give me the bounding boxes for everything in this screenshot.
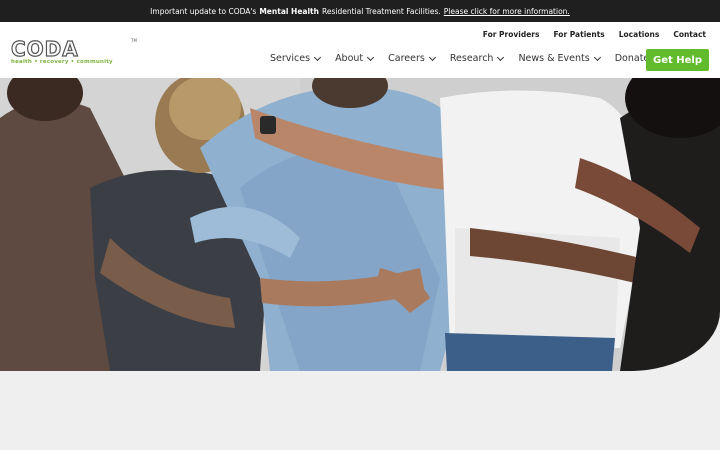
chevron-down-icon <box>367 53 375 61</box>
announcement-bold: Mental Health <box>259 6 319 16</box>
hero-people-illustration <box>0 78 720 371</box>
logo-trademark: TM <box>131 38 137 43</box>
main-nav: Services About Careers Research News & E… <box>270 53 649 64</box>
hero-image <box>0 78 720 371</box>
nav-about-label: About <box>335 53 364 64</box>
nav-news-events[interactable]: News & Events <box>518 53 601 64</box>
site-header: CODA TM health • recovery • community Fo… <box>0 22 720 78</box>
nav-services-label: Services <box>270 53 311 64</box>
nav-research[interactable]: Research <box>449 53 505 64</box>
announcement-suffix: Residential Treatment Facilities. <box>321 6 441 16</box>
chevron-down-icon <box>314 53 322 61</box>
nav-careers[interactable]: Careers <box>388 53 436 64</box>
utility-link-locations[interactable]: Locations <box>619 30 660 39</box>
nav-careers-label: Careers <box>388 53 425 64</box>
logo-tagline: health • recovery • community <box>11 59 113 65</box>
coda-logo[interactable]: CODA TM health • recovery • community <box>10 37 137 65</box>
chevron-down-icon <box>428 53 436 61</box>
nav-about[interactable]: About <box>335 53 375 64</box>
nav-news-label: News & Events <box>518 53 590 64</box>
nav-research-label: Research <box>449 53 494 64</box>
announcement-link[interactable]: Please click for more information. <box>444 7 570 16</box>
nav-services[interactable]: Services <box>270 53 322 64</box>
utility-link-providers[interactable]: For Providers <box>483 30 540 39</box>
content-area <box>0 371 720 450</box>
get-help-button[interactable]: Get Help <box>646 49 709 71</box>
nav-donate-label: Donate <box>614 53 650 64</box>
nav-donate[interactable]: Donate <box>615 53 650 64</box>
chevron-down-icon <box>497 53 505 61</box>
utility-link-patients[interactable]: For Patients <box>553 30 604 39</box>
logo-wordmark: CODA <box>10 37 79 61</box>
announcement-bar: Important update to CODA's Mental Health… <box>0 0 720 22</box>
chevron-down-icon <box>593 53 601 61</box>
utility-nav: For Providers For Patients Locations Con… <box>483 30 706 39</box>
utility-link-contact[interactable]: Contact <box>673 30 706 39</box>
announcement-prefix: Important update to CODA's <box>150 6 257 16</box>
